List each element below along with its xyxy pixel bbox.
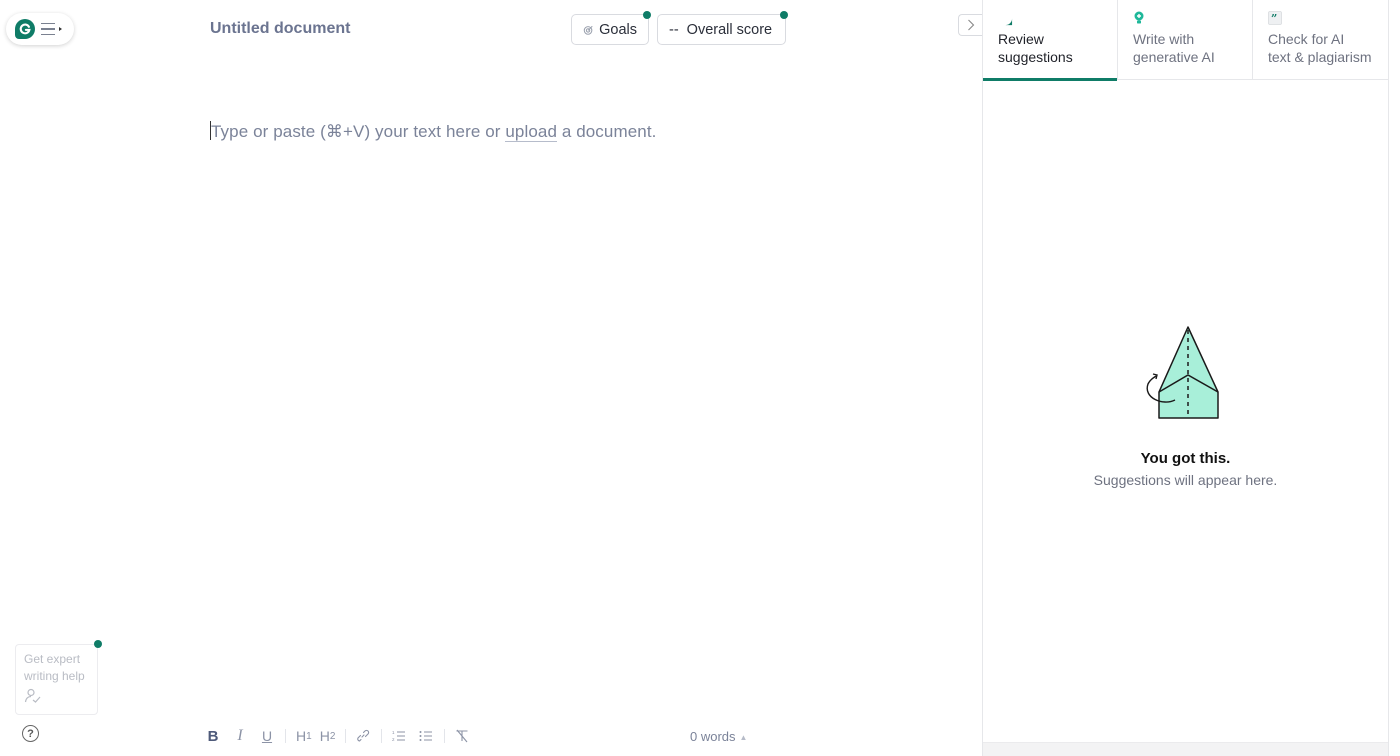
tab-label: Review suggestions [998,31,1073,65]
quote-icon: ” [1268,10,1373,26]
upload-link[interactable]: upload [505,122,557,142]
tab-check-ai-plagiarism[interactable]: ” Check for AI text & plagiarism [1253,0,1388,80]
editor-text-area[interactable]: Type or paste (⌘+V) your text here or up… [210,121,656,142]
score-label: Overall score [686,21,773,38]
tab-label: Write with generative AI [1133,31,1215,65]
suggestions-panel: Review suggestions Write with generative A… [982,0,1389,756]
word-count[interactable]: 0 words ▲ [690,729,747,744]
underline-button[interactable]: U [260,726,274,746]
document-title[interactable]: Untitled document [210,20,350,38]
panel-tabs: Review suggestions Write with generative A… [983,0,1388,81]
score-value: -- [669,21,679,38]
expert-help-label: Get expert writing help [24,652,85,683]
expert-notification-dot [94,640,102,648]
grammarly-editor-app: Untitled document Goals -- Overall score… [0,0,1400,756]
link-button[interactable] [356,726,370,746]
expert-writing-help-card[interactable]: Get expert writing help [15,644,98,715]
h2-letter: H [319,728,330,744]
grammarly-g-icon [998,10,1102,26]
h1-letter: H [296,728,307,744]
bullet-list-icon [419,731,433,741]
empty-state-title: You got this. [1140,450,1231,467]
italic-button[interactable]: I [233,726,247,746]
panel-footer [983,742,1388,756]
paper-plane-illustration-icon [1146,326,1219,419]
goals-label: Goals [599,21,637,38]
toolbar-divider [345,729,347,743]
numbered-list-button[interactable]: 12 [392,726,406,746]
heading2-button[interactable]: H2 [320,726,336,746]
hamburger-menu-icon [41,22,62,36]
lightbulb-icon [1133,10,1237,26]
bullet-list-button[interactable] [419,726,433,746]
numbered-list-icon: 12 [392,730,406,742]
formatting-toolbar: B I U H1 H2 12 [206,726,482,746]
tab-label: Check for AI text & plagiarism [1268,31,1372,65]
placeholder-text-end: a document. [557,122,657,141]
toolbar-divider [285,729,286,743]
empty-state: You got this. Suggestions will appear he… [983,320,1388,488]
expert-person-icon [24,688,89,709]
h1-number: 1 [306,730,312,742]
overall-score-button[interactable]: -- Overall score [657,14,786,45]
score-notification-dot [780,11,788,19]
h2-number: 2 [329,730,336,742]
svg-text:”: ” [1271,12,1277,25]
target-icon [583,25,593,35]
chevron-right-icon [967,19,974,31]
placeholder-text: Type or paste (⌘+V) your text here or [211,122,506,141]
goals-notification-dot [643,11,651,19]
heading1-button[interactable]: H1 [296,726,312,746]
empty-state-subtitle: Suggestions will appear here. [1093,472,1278,488]
question-circle-icon[interactable]: ? [22,725,39,742]
tab-write-with-ai[interactable]: Write with generative AI [1118,0,1253,80]
link-icon [357,729,370,742]
clear-formatting-button[interactable] [455,726,469,746]
goals-button[interactable]: Goals [571,14,649,45]
collapse-panel-button[interactable] [958,14,982,36]
bold-button[interactable]: B [206,726,220,746]
tab-review-suggestions[interactable]: Review suggestions [983,0,1118,81]
word-count-label: 0 words [690,729,736,744]
toolbar-divider [381,729,383,743]
toolbar-divider [444,729,446,743]
svg-text:2: 2 [392,737,395,742]
clear-formatting-icon [456,729,468,743]
svg-text:1: 1 [392,730,395,735]
app-menu-button[interactable] [6,13,74,45]
chevron-up-icon: ▲ [739,733,748,742]
grammarly-logo-icon [15,19,35,39]
